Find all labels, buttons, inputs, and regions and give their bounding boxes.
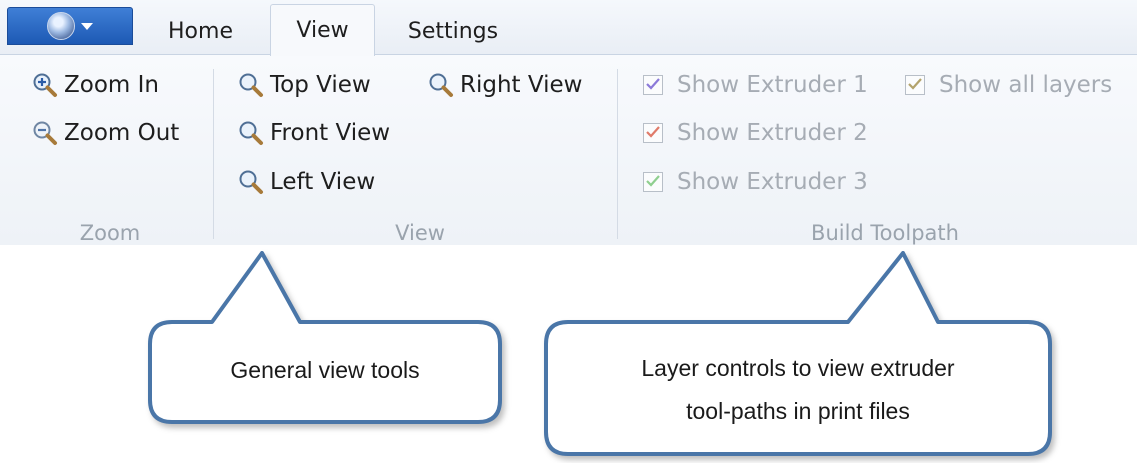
callout-general-view-tools	[148, 251, 502, 424]
callout-text-line-1: Layer controls to view extruder	[641, 355, 955, 381]
callout-text-line-2: tool-paths in print files	[686, 398, 910, 424]
tab-view-label: View	[296, 18, 349, 43]
callout-text-general-view-tools: General view tools	[230, 357, 420, 383]
tab-view[interactable]: View	[270, 4, 375, 56]
